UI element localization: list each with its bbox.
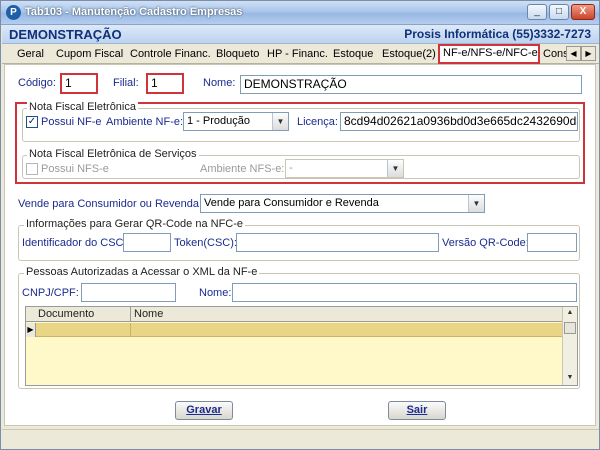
nome-input[interactable]: DEMONSTRAÇÃO: [240, 75, 582, 94]
close-button[interactable]: X: [571, 4, 595, 20]
tab-cons[interactable]: Cons: [543, 47, 569, 63]
vendor-contact: Prosis Informática (55)3332-7273: [404, 27, 591, 41]
xml-group-title: Pessoas Autorizadas a Acessar o XML da N…: [24, 266, 260, 278]
window-title: Tab103 - Manutenção Cadastro Empresas: [25, 6, 243, 18]
chevron-down-icon: ▼: [387, 160, 403, 177]
grid-col-divider: [130, 307, 131, 322]
scroll-down-icon[interactable]: ▼: [564, 372, 576, 384]
possui-nfe-label: Possui NF-e: [41, 116, 102, 128]
codigo-label: Código:: [18, 77, 56, 89]
csc-id-input[interactable]: [123, 233, 171, 252]
possui-nfse-label: Possui NFS-e: [41, 163, 109, 175]
venda-select[interactable]: Vende para Consumidor e Revenda ▼: [200, 194, 485, 213]
ambiente-nfe-select[interactable]: 1 - Produção ▼: [183, 112, 289, 131]
codigo-input[interactable]: 1: [60, 73, 98, 94]
nome-label: Nome:: [203, 77, 236, 89]
header-band: DEMONSTRAÇÃO Prosis Informática (55)3332…: [2, 25, 599, 44]
sair-button[interactable]: Sair: [388, 401, 446, 420]
xml-authorized-grid[interactable]: Documento Nome ▶ ▲ ▼: [25, 306, 578, 386]
ambiente-nfse-label: Ambiente NFS-e:: [200, 163, 285, 175]
ambiente-nfe-label: Ambiente NF-e:: [106, 116, 184, 128]
xml-nome-label: Nome:: [199, 287, 232, 299]
nfse-group-title: Nota Fiscal Eletrônica de Serviços: [27, 148, 199, 160]
cnpj-cpf-input[interactable]: [81, 283, 176, 302]
tab-content-panel: Código: 1 Filial: 1 Nome: DEMONSTRAÇÃO N…: [4, 64, 596, 426]
filial-input[interactable]: 1: [146, 73, 184, 94]
scroll-thumb[interactable]: [564, 322, 576, 334]
csc-id-label: Identificador do CSC:: [22, 237, 127, 249]
licenca-input[interactable]: 8cd94d02621a0936bd0d3e665dc2432690d31ecf…: [340, 112, 578, 131]
minimize-button[interactable]: _: [527, 4, 547, 20]
xml-nome-input[interactable]: [232, 283, 577, 302]
grid-cell-divider: [130, 323, 131, 337]
versao-qrcode-label: Versão QR-Code:: [442, 237, 529, 249]
venda-label: Vende para Consumidor ou Revenda:: [18, 198, 203, 210]
possui-nfe-checkbox[interactable]: ✓: [26, 116, 38, 128]
token-input[interactable]: [236, 233, 439, 252]
filial-label: Filial:: [113, 77, 139, 89]
tab-cupom-fiscal[interactable]: Cupom Fiscal: [56, 47, 123, 63]
chevron-down-icon: ▼: [468, 195, 484, 212]
tab-geral[interactable]: Geral: [17, 47, 44, 63]
tab-controle-financ[interactable]: Controle Financ.: [130, 47, 211, 63]
row-indicator-icon: ▶: [26, 323, 36, 337]
maximize-button[interactable]: □: [549, 4, 569, 20]
grid-col-nome[interactable]: Nome: [134, 308, 163, 320]
tab-estoque[interactable]: Estoque: [333, 47, 373, 63]
table-row[interactable]: ▶: [26, 323, 563, 337]
grid-header: Documento Nome: [26, 307, 563, 322]
qrcode-group-title: Informações para Gerar QR-Code na NFC-e: [24, 218, 246, 230]
title-bar[interactable]: P Tab103 - Manutenção Cadastro Empresas …: [1, 1, 599, 25]
grid-vertical-scrollbar[interactable]: ▲ ▼: [562, 307, 577, 385]
chevron-down-icon: ▼: [272, 113, 288, 130]
gravar-button[interactable]: Gravar: [175, 401, 233, 420]
licenca-label: Licença:: [297, 116, 338, 128]
ambiente-nfse-value: -: [289, 162, 293, 174]
venda-value: Vende para Consumidor e Revenda: [204, 197, 379, 209]
tab-strip: Geral Cupom Fiscal Controle Financ. Bloq…: [2, 44, 599, 64]
tab-scroll-right-button[interactable]: ▶: [581, 46, 596, 61]
tab-scroll-left-button[interactable]: ◀: [566, 46, 581, 61]
tab-bloqueto[interactable]: Bloqueto: [216, 47, 259, 63]
tab-estoque-2[interactable]: Estoque(2): [382, 47, 436, 63]
main-window: P Tab103 - Manutenção Cadastro Empresas …: [0, 0, 600, 450]
nfe-group-title: Nota Fiscal Eletrônica: [27, 101, 138, 113]
grid-col-documento[interactable]: Documento: [38, 308, 94, 320]
versao-qrcode-input[interactable]: [527, 233, 577, 252]
company-name: DEMONSTRAÇÃO: [9, 27, 122, 42]
token-label: Token(CSC):: [174, 237, 237, 249]
tab-nfe-nfse-nfce[interactable]: NF-e/NFS-e/NFC-e: [438, 44, 540, 64]
ambiente-nfse-select[interactable]: - ▼: [285, 159, 404, 178]
cnpj-cpf-label: CNPJ/CPF:: [22, 287, 79, 299]
tab-hp-financ[interactable]: HP - Financ.: [267, 47, 328, 63]
ambiente-nfe-value: 1 - Produção: [187, 115, 250, 127]
scroll-up-icon[interactable]: ▲: [564, 307, 576, 319]
possui-nfse-checkbox[interactable]: [26, 163, 38, 175]
status-bar: [2, 429, 599, 449]
app-logo-icon: P: [6, 5, 21, 20]
